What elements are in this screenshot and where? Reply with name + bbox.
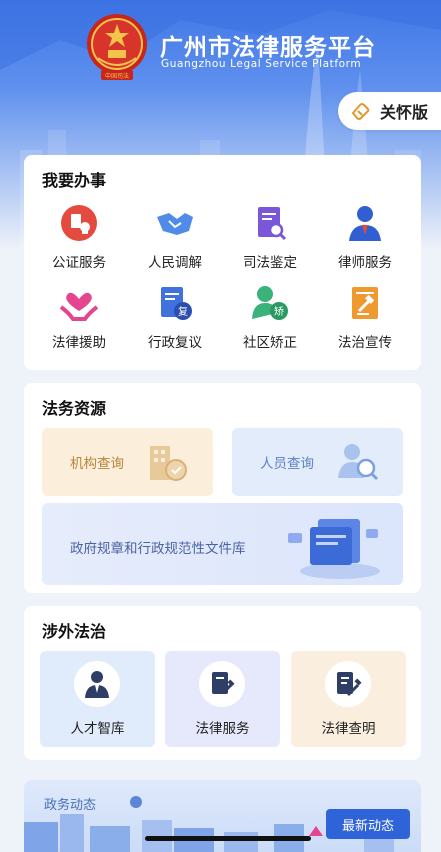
service-label: 律师服务 [338, 255, 392, 271]
care-hand-icon [351, 103, 370, 120]
person-query-button[interactable]: 人员查询 [232, 428, 403, 496]
justice-emblem-logo: 中国司法 [87, 14, 147, 80]
government-news-banner[interactable]: 政务动态 最新动态 [24, 780, 421, 852]
service-label: 司法鉴定 [243, 255, 297, 271]
foreign-title: 涉外法治 [42, 622, 107, 641]
expert-icon [85, 671, 109, 698]
org-query-button[interactable]: 机构查询 [42, 428, 213, 496]
person-search-icon [338, 444, 379, 481]
foreign-law-card: 涉外法治 人才智库 法律服务 法律查明 [24, 606, 421, 760]
service-label: 人民调解 [148, 255, 202, 271]
service-legal-aid[interactable]: 法律援助 [32, 283, 126, 351]
handshake-icon [157, 213, 193, 235]
legal-service-button[interactable]: 法律服务 [165, 651, 280, 747]
page-title: 广州市法律服务平台 [160, 35, 376, 61]
document-library-illustration [288, 519, 380, 579]
legal-aid-icon [59, 292, 99, 321]
law-query-icon [337, 672, 362, 697]
regulations-library-button[interactable]: 政府规章和行政规范性文件库 [42, 503, 403, 585]
regulations-label: 政府规章和行政规范性文件库 [70, 541, 246, 557]
correction-icon: 矫 [252, 286, 288, 320]
page-subtitle: Guangzhou Legal Service Platform [161, 58, 362, 70]
service-label: 社区矫正 [243, 335, 297, 351]
services-card: 我要办事 公证服务 人民调解 司法鉴定 律师服务 法律援助 复 行政复议 矫 社… [24, 155, 421, 370]
resources-title: 法务资源 [42, 399, 107, 418]
service-label: 行政复议 [148, 335, 202, 351]
service-notary[interactable]: 公证服务 [32, 203, 126, 271]
service-publicity[interactable]: 法治宣传 [318, 283, 412, 351]
talent-think-tank-button[interactable]: 人才智库 [40, 651, 155, 747]
svg-text:矫: 矫 [274, 305, 284, 318]
news-label: 政务动态 [44, 798, 97, 813]
service-appraisal[interactable]: 司法鉴定 [223, 203, 317, 271]
service-label: 法治宣传 [338, 335, 392, 351]
law-ascertainment-button[interactable]: 法律查明 [291, 651, 406, 747]
publicity-icon [352, 287, 378, 319]
latest-news-button[interactable]: 最新动态 [326, 809, 410, 839]
org-query-label: 机构查询 [70, 456, 124, 472]
service-review[interactable]: 复 行政复议 [128, 283, 222, 351]
review-icon: 复 [161, 287, 192, 320]
person-query-label: 人员查询 [260, 456, 314, 472]
service-mediation[interactable]: 人民调解 [128, 203, 222, 271]
service-label: 公证服务 [52, 255, 106, 271]
foreign-label: 法律查明 [321, 721, 376, 737]
service-lawyer[interactable]: 律师服务 [318, 203, 412, 271]
resources-card: 法务资源 机构查询 人员查询 政府规章和行政规范性文件库 [24, 383, 421, 593]
building-icon [150, 446, 187, 481]
lawyer-icon [349, 206, 381, 241]
appraisal-icon [258, 207, 287, 241]
service-label: 法律援助 [52, 335, 106, 351]
home-indicator[interactable] [145, 836, 311, 841]
services-title: 我要办事 [42, 171, 107, 190]
emblem-text: 中国司法 [105, 72, 129, 80]
law-book-icon [212, 672, 235, 695]
svg-text:复: 复 [178, 305, 188, 318]
service-correction[interactable]: 矫 社区矫正 [223, 283, 317, 351]
foreign-label: 人才智库 [70, 721, 125, 737]
notary-icon [61, 205, 97, 241]
care-mode-label: 关怀版 [380, 103, 429, 122]
care-mode-button[interactable]: 关怀版 [338, 92, 441, 130]
foreign-label: 法律服务 [195, 721, 250, 737]
